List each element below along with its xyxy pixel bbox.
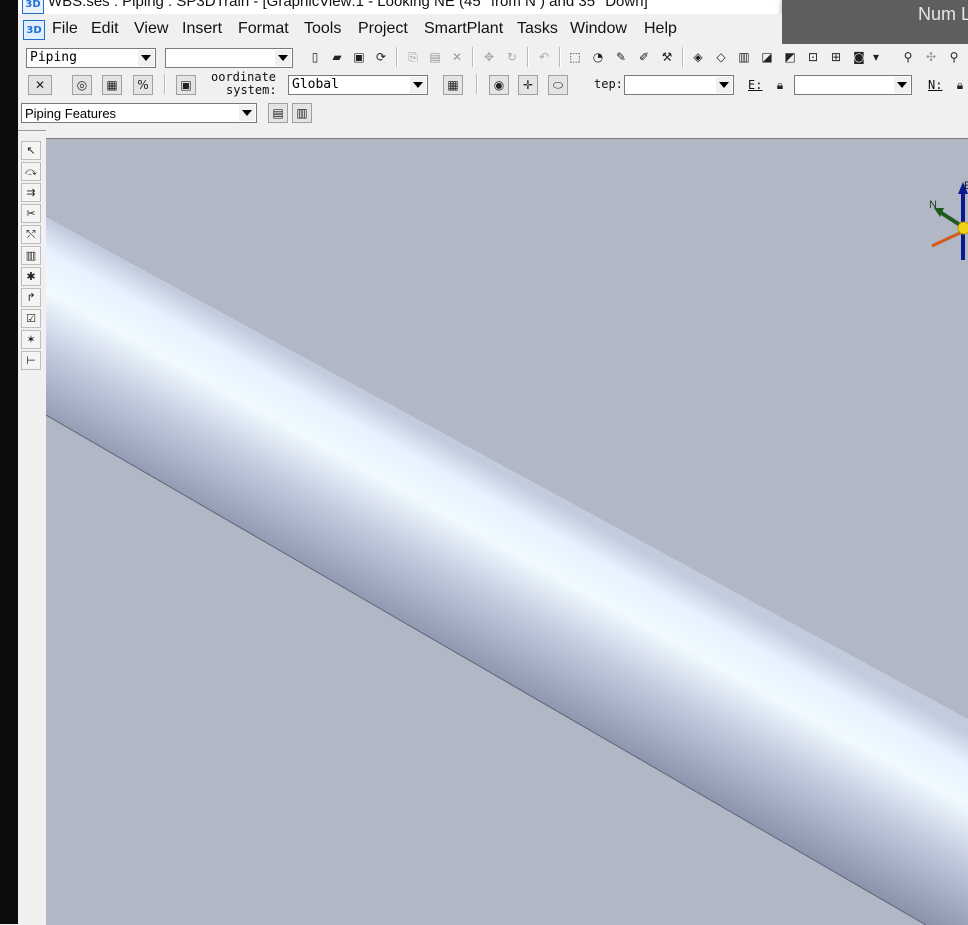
insert-component-icon[interactable]: ⇉ xyxy=(21,183,41,202)
coordinate-label-line1: oordinate xyxy=(211,70,277,84)
menu-format[interactable]: Format xyxy=(238,20,289,38)
undo-icon[interactable]: ↶ xyxy=(534,47,554,67)
open-folder-icon[interactable]: ▰ xyxy=(327,47,347,67)
new-file-icon[interactable]: ▯ xyxy=(305,47,325,67)
orientation-triad: N E xyxy=(929,180,968,260)
properties-icon[interactable]: ✐ xyxy=(634,47,654,67)
menu-window[interactable]: Window xyxy=(570,20,627,38)
coordinate-label-line2: system: xyxy=(226,83,277,97)
spec-break-icon[interactable]: ✱ xyxy=(21,267,41,286)
n-label: N: xyxy=(928,78,943,92)
coordinate-system-select[interactable]: Global xyxy=(288,75,428,95)
chevron-down-icon[interactable] xyxy=(716,77,732,93)
view-front-icon[interactable]: ▥ xyxy=(734,47,754,67)
task-select-value: Piping xyxy=(30,50,77,65)
menu-view[interactable]: View xyxy=(134,20,168,38)
insert-split-icon[interactable]: ✂ xyxy=(21,204,41,223)
rotate-icon[interactable]: ↻ xyxy=(502,47,522,67)
coordinate-system-value: Global xyxy=(292,77,339,92)
zoom-area-icon[interactable]: ⊡ xyxy=(803,47,823,67)
paste-icon[interactable]: ▤ xyxy=(425,47,445,67)
step-select[interactable] xyxy=(624,75,734,95)
coordinate-toolbar: ✕ ◎ ▦ % ▣ oordinate system: Global ▦ ◉ ✛… xyxy=(18,70,968,98)
piping-features-value: Piping Features xyxy=(25,106,117,121)
menu-insert[interactable]: Insert xyxy=(182,20,222,38)
task-select[interactable]: Piping xyxy=(26,48,156,68)
connect-icon[interactable]: ⤲ xyxy=(21,225,41,244)
bend-icon[interactable]: ↱ xyxy=(21,288,41,307)
num-lock-text: Num L xyxy=(918,4,968,24)
num-lock-overlay: Num L xyxy=(782,0,968,50)
menu-tools[interactable]: Tools xyxy=(304,20,341,38)
menu-help[interactable]: Help xyxy=(644,20,677,38)
e-coordinate-select[interactable] xyxy=(794,75,912,95)
menu-project[interactable]: Project xyxy=(358,20,408,38)
fit-icon[interactable]: ⊞ xyxy=(826,47,846,67)
zoom-tool-icon[interactable]: ⚲ xyxy=(944,47,964,67)
settings-icon[interactable]: ▣ xyxy=(176,75,196,95)
dimension-icon[interactable]: ⊢ xyxy=(21,351,41,370)
pan-icon[interactable]: ✣ xyxy=(921,47,941,67)
tool-icon[interactable]: ⚒ xyxy=(657,47,677,67)
chevron-down-icon[interactable] xyxy=(410,77,426,93)
coordinate-options-icon[interactable]: ▦ xyxy=(443,75,463,95)
document-icon[interactable]: 3D xyxy=(23,20,45,40)
edit-icon[interactable]: ✎ xyxy=(611,47,631,67)
window-title: WBS.ses : Piping : SP3DTrain - [GraphicV… xyxy=(48,0,648,10)
view-3d-icon[interactable]: ◈ xyxy=(688,47,708,67)
measure-icon[interactable]: ◔ xyxy=(588,47,608,67)
spool-icon[interactable]: ▥ xyxy=(21,246,41,265)
pipe-body xyxy=(46,217,968,925)
route-pipe-icon[interactable]: ⤼ xyxy=(21,162,41,181)
app-icon: 3D xyxy=(22,0,44,14)
chevron-down-icon[interactable] xyxy=(275,50,291,66)
pinpoint-icon[interactable]: ◎ xyxy=(72,75,92,95)
e-label: E: xyxy=(748,78,763,92)
feature-list-icon[interactable]: ▤ xyxy=(268,103,288,123)
zoom-icon[interactable]: ⚲ xyxy=(898,47,918,67)
refresh-icon[interactable]: ⟳ xyxy=(371,47,391,67)
chevron-down-icon[interactable] xyxy=(239,105,255,121)
lock-icon[interactable]: 🔒︎ xyxy=(770,75,790,95)
delete-icon[interactable]: ✕ xyxy=(447,47,467,67)
copy-icon[interactable]: ⎘ xyxy=(403,47,423,67)
select-icon[interactable]: ⬚ xyxy=(565,47,585,67)
standard-toolbar: Piping ▯ ▰ ▣ ⟳ ⎘ ▤ ✕ ✥ ↻ ↶ ⬚ ◔ ✎ ✐ ⚒ ◈ ◇… xyxy=(18,44,968,70)
pipe-render xyxy=(46,217,968,925)
left-window-edge xyxy=(0,0,18,924)
percent-icon[interactable]: % xyxy=(133,75,153,95)
vertical-tool-ribbon: ↖ ⤼ ⇉ ✂ ⤲ ▥ ✱ ↱ ☑ ✶ ⊢ xyxy=(18,130,46,925)
menu-file[interactable]: File xyxy=(52,20,78,38)
chevron-down-icon[interactable]: ▾ xyxy=(869,47,883,67)
features-toolbar: Piping Features ▤ ▥ xyxy=(18,98,968,130)
clear-icon[interactable]: ✕ xyxy=(28,75,52,95)
save-icon[interactable]: ▣ xyxy=(349,47,369,67)
view-plan-icon[interactable]: ◇ xyxy=(711,47,731,67)
menu-smartplant[interactable]: SmartPlant xyxy=(424,20,503,38)
check-icon[interactable]: ☑ xyxy=(21,309,41,328)
select-arrow-icon[interactable]: ↖ xyxy=(21,141,41,160)
cube-icon[interactable]: ◉ xyxy=(489,75,509,95)
cylinder-icon[interactable]: ⬭ xyxy=(548,75,568,95)
filter-select[interactable] xyxy=(165,48,293,68)
menu-edit[interactable]: Edit xyxy=(91,20,119,38)
graphic-view[interactable] xyxy=(46,138,968,925)
render-icon[interactable]: ◙ xyxy=(849,47,869,67)
chevron-down-icon[interactable] xyxy=(894,77,910,93)
tap-icon[interactable]: ✶ xyxy=(21,330,41,349)
move-icon[interactable]: ✥ xyxy=(479,47,499,67)
step-label: tep: xyxy=(594,77,623,91)
lock-icon[interactable]: 🔒︎ xyxy=(950,75,968,95)
clip-icon[interactable]: ◩ xyxy=(780,47,800,67)
view-side-icon[interactable]: ◪ xyxy=(757,47,777,67)
piping-features-select[interactable]: Piping Features xyxy=(21,103,257,123)
grid-icon[interactable]: ▦ xyxy=(102,75,122,95)
target-icon[interactable]: ✛ xyxy=(518,75,538,95)
menu-tasks[interactable]: Tasks xyxy=(517,20,558,38)
feature-tree-icon[interactable]: ▥ xyxy=(292,103,312,123)
chevron-down-icon[interactable] xyxy=(138,50,154,66)
menu-bar: 3D File Edit View Insert Format Tools Pr… xyxy=(18,14,782,44)
